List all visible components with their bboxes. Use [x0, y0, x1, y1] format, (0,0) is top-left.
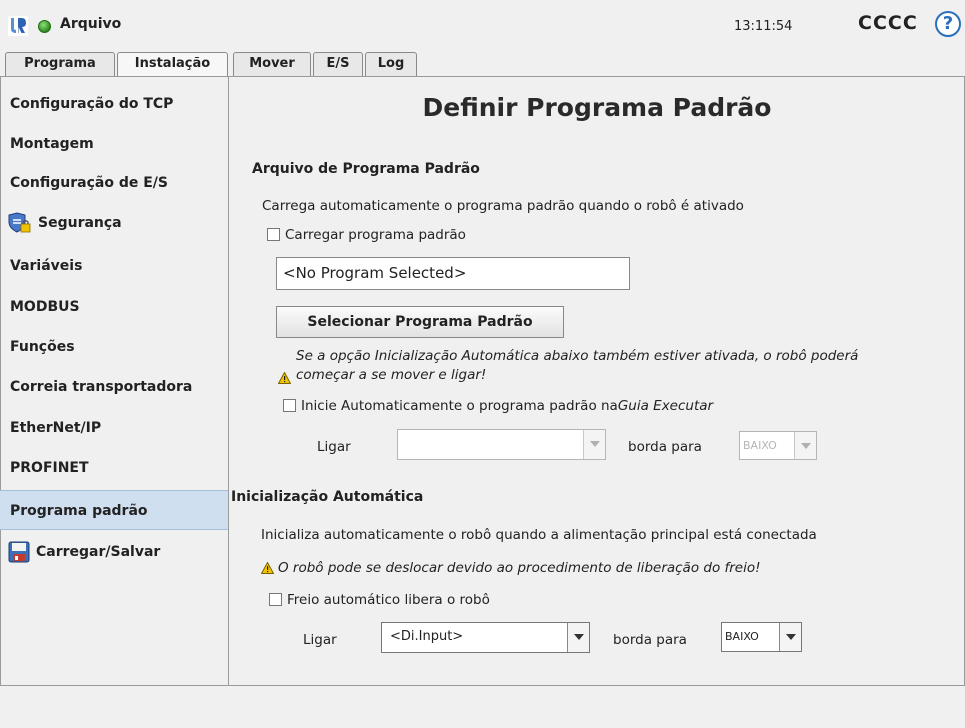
security-shield-icon [8, 212, 31, 233]
robot-name: CCCC [858, 12, 918, 34]
page-title: Definir Programa Padrão [422, 93, 772, 122]
sidebar-item-montagem[interactable]: Montagem [0, 124, 228, 164]
chevron-down-icon [567, 623, 589, 652]
brake-warning-text: O robô pode se deslocar devido ao proced… [278, 560, 761, 576]
autostart-edge-select[interactable]: BAIXO [739, 431, 817, 460]
content-area: Definir Programa Padrão Arquivo de Progr… [230, 77, 964, 685]
default-program-heading: Arquivo de Programa Padrão [252, 161, 480, 177]
edge-label: borda para [613, 632, 687, 648]
auto-init-description: Inicializa automaticamente o robô quando… [261, 527, 817, 543]
sidebar-item-programa-padrao[interactable]: Programa padrão [0, 490, 228, 530]
autostart-input-select[interactable] [397, 429, 606, 460]
sidebar-item-label: Funções [10, 339, 75, 355]
auto-init-heading: Inicialização Automática [231, 489, 424, 505]
sidebar-item-tcp[interactable]: Configuração do TCP [0, 84, 228, 124]
autostart-edge-value: BAIXO [743, 439, 777, 452]
checkbox-box[interactable] [283, 399, 296, 412]
auto-init-edge-select[interactable]: BAIXO [721, 622, 802, 652]
tab-es[interactable]: E/S [313, 52, 363, 76]
sidebar: Configuração do TCP Montagem Configuraçã… [0, 76, 229, 686]
sidebar-item-label: Programa padrão [10, 503, 148, 519]
turn-on-label: Ligar [303, 632, 337, 648]
sidebar-item-label: MODBUS [10, 299, 80, 315]
chevron-down-icon [794, 432, 816, 459]
autostart-checkbox[interactable]: Inicie Automaticamente o programa padrão… [283, 398, 713, 414]
auto-init-input-select[interactable]: <Di.Input> [381, 622, 590, 653]
sidebar-item-label: Configuração de E/S [10, 175, 168, 191]
brake-release-label: Freio automático libera o robô [287, 592, 490, 608]
sidebar-item-label: Correia transportadora [10, 379, 193, 395]
tab-mover[interactable]: Mover [233, 52, 311, 76]
turn-on-label: Ligar [317, 439, 351, 455]
sidebar-item-io-config[interactable]: Configuração de E/S [0, 163, 228, 203]
warning-icon [278, 372, 291, 384]
sidebar-item-profinet[interactable]: PROFINET [0, 448, 228, 488]
file-menu[interactable]: Arquivo [60, 16, 121, 32]
auto-init-edge-value: BAIXO [725, 630, 759, 643]
run-tab-link: Guia Executar [617, 398, 714, 414]
top-bar: Arquivo 13:11:54 CCCC ? [0, 0, 965, 50]
tab-programa[interactable]: Programa [5, 52, 115, 76]
sidebar-item-variaveis[interactable]: Variáveis [0, 246, 228, 286]
default-program-description: Carrega automaticamente o programa padrã… [262, 198, 744, 214]
sidebar-item-ethernetip[interactable]: EtherNet/IP [0, 408, 228, 448]
brake-release-checkbox[interactable]: Freio automático libera o robô [269, 592, 490, 608]
sidebar-item-label: PROFINET [10, 460, 89, 476]
autostart-warning-line1: Se a opção Inicialização Automática abai… [296, 348, 859, 364]
floppy-disk-icon [8, 541, 30, 563]
autostart-warning-line2: começar a se mover e ligar! [296, 367, 487, 383]
autostart-label: Inicie Automaticamente o programa padrão… [301, 398, 618, 414]
auto-init-input-value: <Di.Input> [390, 629, 464, 644]
checkbox-box[interactable] [267, 228, 280, 241]
tab-instalacao[interactable]: Instalação [117, 52, 228, 77]
ur-logo-icon [8, 16, 28, 36]
clock: 13:11:54 [734, 19, 793, 34]
sidebar-item-modbus[interactable]: MODBUS [0, 287, 228, 327]
sidebar-item-correia[interactable]: Correia transportadora [0, 367, 228, 407]
checkbox-box[interactable] [269, 593, 282, 606]
program-path-field: <No Program Selected> [276, 257, 630, 290]
sidebar-item-label: Montagem [10, 136, 94, 152]
run-status-icon [38, 20, 51, 33]
sidebar-item-carregar-salvar[interactable]: Carregar/Salvar [0, 532, 228, 572]
help-icon[interactable]: ? [935, 11, 961, 37]
chevron-down-icon [583, 430, 605, 459]
sidebar-item-label: EtherNet/IP [10, 420, 102, 436]
load-default-checkbox[interactable]: Carregar programa padrão [267, 227, 466, 243]
sidebar-item-label: Configuração do TCP [10, 96, 174, 112]
brake-warning: O robô pode se deslocar devido ao proced… [261, 560, 761, 576]
sidebar-item-seguranca[interactable]: Segurança [0, 203, 228, 243]
select-default-program-button[interactable]: Selecionar Programa Padrão [276, 306, 564, 338]
sidebar-item-label: Variáveis [10, 258, 83, 274]
sidebar-item-label: Segurança [38, 215, 122, 231]
edge-label: borda para [628, 439, 702, 455]
tab-log[interactable]: Log [365, 52, 417, 76]
chevron-down-icon [779, 623, 801, 651]
load-default-label: Carregar programa padrão [285, 227, 466, 243]
sidebar-item-funcoes[interactable]: Funções [0, 327, 228, 367]
sidebar-item-label: Carregar/Salvar [36, 544, 161, 560]
warning-icon [261, 562, 274, 574]
